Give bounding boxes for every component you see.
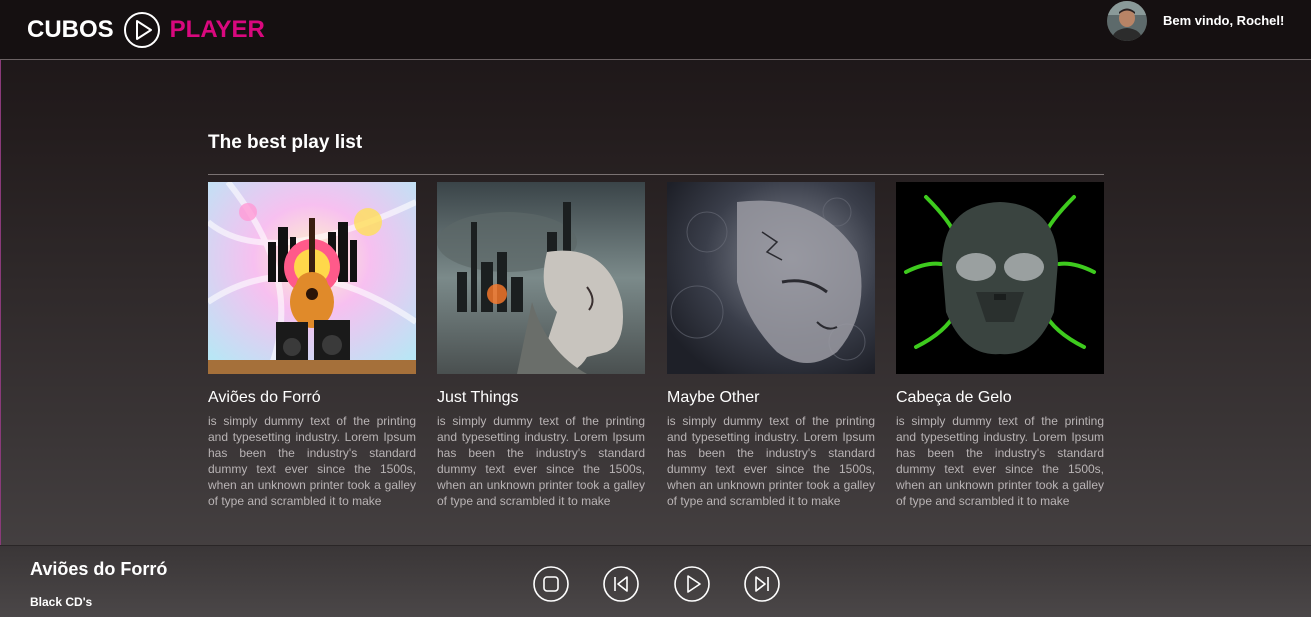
next-icon[interactable] (744, 566, 780, 602)
user-avatar[interactable] (1107, 1, 1147, 41)
logo-text-cubos: CUBOS (27, 16, 114, 43)
playlist-title[interactable]: Aviões do Forró (208, 388, 416, 408)
play-icon[interactable] (674, 566, 710, 602)
avatar-photo (1107, 1, 1147, 41)
playlist-description: is simply dummy text of the printing and… (896, 414, 1104, 508)
playlist-description: is simply dummy text of the printing and… (208, 414, 416, 508)
logo-text-player: PLAYER (169, 16, 265, 43)
playlist-card[interactable]: Cabeça de Gelo is simply dummy text of t… (896, 182, 1104, 509)
left-accent-line (0, 60, 1, 545)
playlist-cover-mask[interactable] (896, 182, 1104, 374)
now-playing-title: Aviões do Forró (30, 559, 168, 579)
play-circle-logo-icon (123, 12, 160, 48)
welcome-message: Bem vindo, Rochel! (1163, 13, 1285, 28)
playlist-card[interactable]: Aviões do Forró is simply dummy text of … (208, 182, 416, 509)
playlist-title[interactable]: Just Things (437, 388, 645, 408)
playlist-card[interactable]: Just Things is simply dummy text of the … (437, 182, 645, 509)
section-divider (208, 174, 1104, 175)
playlist-cover-city-portrait[interactable] (437, 182, 645, 374)
playlist-cover-face[interactable] (667, 182, 875, 374)
playlist-description: is simply dummy text of the printing and… (667, 414, 875, 508)
playlist-card[interactable]: Maybe Other is simply dummy text of the … (667, 182, 875, 509)
playlist-title[interactable]: Maybe Other (667, 388, 875, 408)
player-bar: Aviões do Forró Black CD's (0, 545, 1311, 617)
playlist-description: is simply dummy text of the printing and… (437, 414, 645, 508)
stop-icon[interactable] (533, 566, 569, 602)
playlist-title[interactable]: Cabeça de Gelo (896, 388, 1104, 408)
playlist-cover-guitar[interactable] (208, 182, 416, 374)
now-playing-artist: Black CD's (30, 595, 93, 609)
app-logo[interactable]: CUBOS PLAYER (27, 11, 265, 49)
previous-icon[interactable] (603, 566, 639, 602)
section-title: The best play list (208, 132, 363, 153)
top-bar: CUBOS PLAYER Bem vindo, Rochel! (0, 0, 1311, 60)
